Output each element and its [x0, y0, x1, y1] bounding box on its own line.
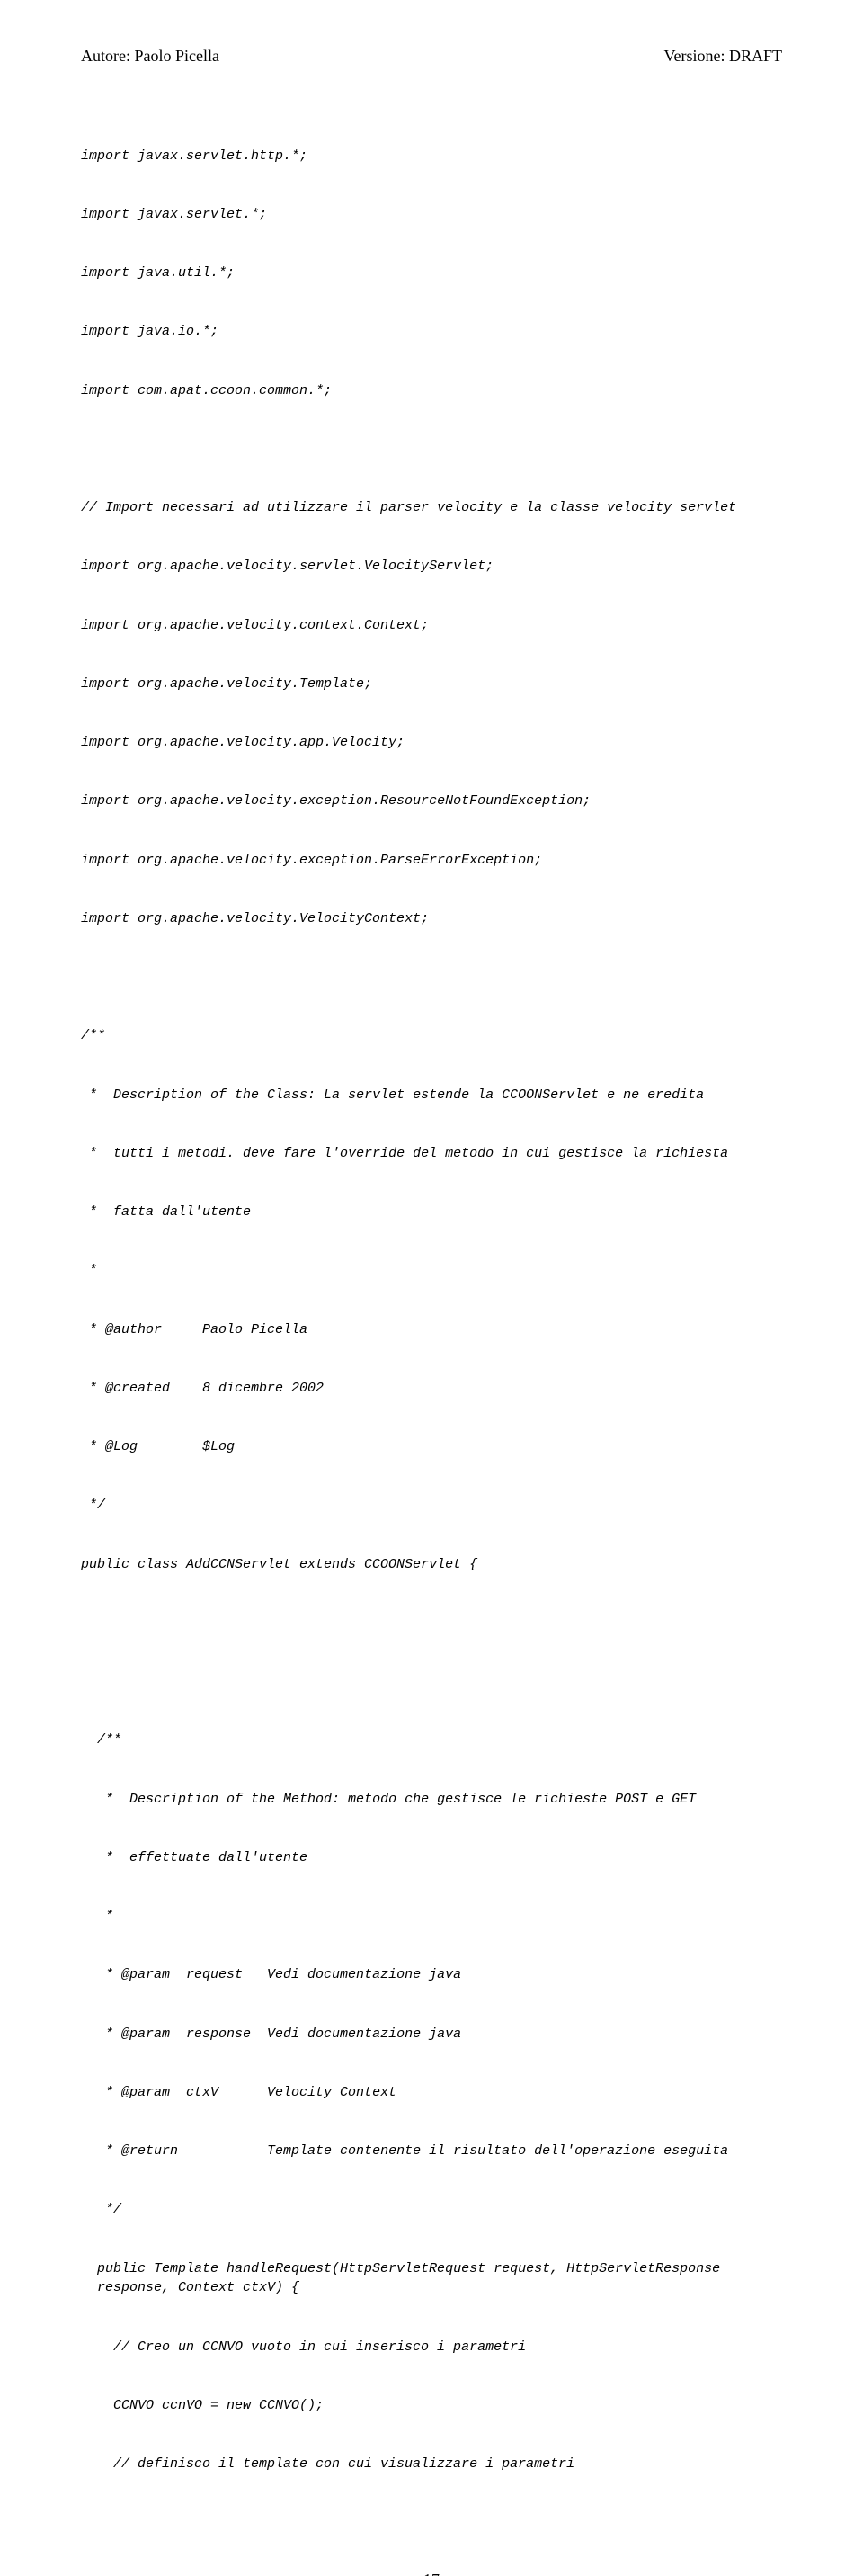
code-line: * @Log $Log [81, 1437, 782, 1457]
code-line: * tutti i metodi. deve fare l'override d… [81, 1144, 782, 1164]
page-footer: 17 [81, 2571, 782, 2576]
page-number: 17 [423, 2571, 440, 2576]
code-line: /** [81, 1731, 782, 1750]
code-block: import javax.servlet.http.*; import java… [81, 107, 782, 2513]
blank-line [81, 1614, 782, 1633]
blank-line [81, 440, 782, 460]
code-line: * Description of the Method: metodo che … [81, 1790, 782, 1810]
code-line: import org.apache.velocity.servlet.Veloc… [81, 557, 782, 577]
author-label: Autore: Paolo Picella [81, 47, 219, 66]
code-line: * @created 8 dicembre 2002 [81, 1379, 782, 1399]
code-line: * @param ctxV Velocity Context [81, 2083, 782, 2103]
code-line: * @param request Vedi documentazione jav… [81, 1965, 782, 1985]
code-line: import org.apache.velocity.context.Conte… [81, 616, 782, 636]
code-line: */ [81, 2200, 782, 2220]
code-line: * @param response Vedi documentazione ja… [81, 2025, 782, 2044]
code-line: * @author Paolo Picella [81, 1320, 782, 1340]
blank-line [81, 1672, 782, 1692]
code-line: import com.apat.ccoon.common.*; [81, 381, 782, 401]
code-line: import org.apache.velocity.Template; [81, 675, 782, 694]
code-line: import javax.servlet.http.*; [81, 147, 782, 166]
code-line: * @return Template contenente il risulta… [81, 2142, 782, 2161]
document-page: Autore: Paolo Picella Versione: DRAFT im… [0, 0, 863, 2576]
code-line: import org.apache.velocity.app.Velocity; [81, 733, 782, 753]
code-line: * [81, 1261, 782, 1281]
code-line: import org.apache.velocity.exception.Par… [81, 851, 782, 871]
code-line: import org.apache.velocity.VelocityConte… [81, 909, 782, 929]
code-line: import java.util.*; [81, 264, 782, 283]
page-header: Autore: Paolo Picella Versione: DRAFT [81, 47, 782, 66]
code-line: // definisco il template con cui visuali… [81, 2455, 782, 2474]
code-line: import javax.servlet.*; [81, 205, 782, 225]
version-label: Versione: DRAFT [664, 47, 783, 66]
code-line: * fatta dall'utente [81, 1203, 782, 1222]
code-line: import java.io.*; [81, 322, 782, 342]
code-line: * [81, 1907, 782, 1927]
code-line: CCNVO ccnVO = new CCNVO(); [81, 2396, 782, 2416]
code-line: */ [81, 1496, 782, 1516]
code-line: * effettuate dall'utente [81, 1848, 782, 1868]
code-line: public Template handleRequest(HttpServle… [81, 2259, 782, 2299]
code-line: // Import necessari ad utilizzare il par… [81, 498, 782, 518]
code-line: import org.apache.velocity.exception.Res… [81, 792, 782, 811]
code-line: // Creo un CCNVO vuoto in cui inserisco … [81, 2338, 782, 2357]
code-line: * Description of the Class: La servlet e… [81, 1086, 782, 1105]
code-line: public class AddCCNServlet extends CCOON… [81, 1555, 782, 1575]
blank-line [81, 968, 782, 988]
code-line: /** [81, 1026, 782, 1046]
